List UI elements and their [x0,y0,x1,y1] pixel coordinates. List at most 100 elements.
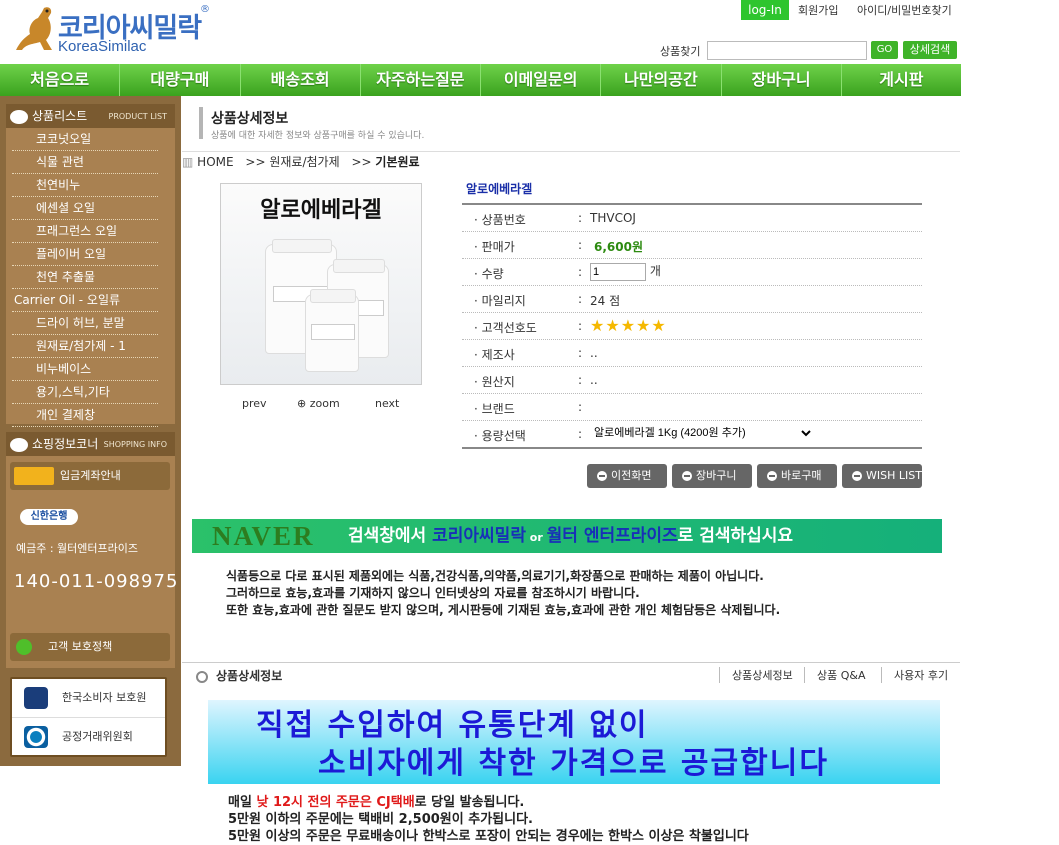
info-row-mileage: · 마일리지: 24 점 [462,286,922,313]
nav-delivery[interactable]: 배송조회 [241,64,361,96]
category-item[interactable]: 에센셜 오일 [12,197,158,220]
tab-reviews[interactable]: 사용자 후기 [881,667,948,683]
nav-my-space[interactable]: 나만의공간 [601,64,722,96]
category-item[interactable]: 드라이 허브, 분말 [12,312,158,335]
bank-card-icon [14,467,54,485]
nav-email[interactable]: 이메일문의 [481,64,602,96]
tab-qna[interactable]: 상품 Q&A [804,667,866,683]
deposit-account-button[interactable]: 입금계좌안내 [10,462,170,490]
buy-now-button[interactable]: 바로구매 [757,464,837,488]
customer-policy-label: 고객 보호정책 [48,640,113,653]
shipping-info: 매일 낮 12시 전의 주문은 CJ택배로 당일 발송됩니다. 5만원 이하의 … [228,794,749,845]
minus-icon [682,471,692,481]
nav-board[interactable]: 게시판 [842,64,961,96]
back-button[interactable]: 이전화면 [587,464,667,488]
info-row-qty: · 수량: 개 [462,259,922,286]
divider [182,151,960,152]
search-go-button[interactable]: GO [871,41,898,59]
category-item[interactable]: 원재료/첨가제 - 1 [12,335,158,358]
site-logo[interactable]: 코리아씨밀락 ® KoreaSimilac [14,4,214,58]
nav-home[interactable]: 처음으로 [0,64,121,96]
category-item[interactable]: 플레이버 오일 [12,243,158,266]
image-zoom[interactable]: ⊕ zoom [297,397,340,410]
breadcrumb: ▥ HOME >> 원재료/첨가제 >> 기본원료 [182,153,420,170]
maker-value: .. [590,346,598,360]
category-item[interactable]: 비누베이스 [12,358,158,381]
minus-icon [597,471,607,481]
breadcrumb-category[interactable]: 원재료/첨가제 [269,155,339,169]
shopping-info-title: 쇼핑정보코너 [32,437,99,451]
consumer-agency-link[interactable]: 한국소비자 보호원 [12,679,165,718]
deposit-label: 입금계좌안내 [60,469,121,482]
sidebar: 상품리스트 PRODUCT LIST 코코넛오일 식물 관련 천연비누 에센셜 … [0,96,181,766]
banner-text: 검색창에서 코리아씨밀락 or 월터 엔터프라이즈로 검색하십시요 [348,526,794,546]
category-item[interactable]: 프래그런스 오일 [12,220,158,243]
wishlist-button[interactable]: WISH LIST [842,464,922,488]
info-row-price: · 판매가: 6,600원 [462,232,922,259]
notice-text: 식품등으로 다로 표시된 제품외에는 식품,건강식품,의약품,의료기기,화장품으… [226,568,780,619]
qty-unit: 개 [649,264,661,278]
breadcrumb-current: 기본원료 [375,155,420,169]
kangaroo-icon [16,7,52,50]
option-select[interactable]: 알로에베라겔 1Kg (4200원 추가) [590,424,814,442]
join-link[interactable]: 회원가입 [798,2,838,18]
account-holder: 예금주 : 월터엔터프라이즈 [16,542,139,555]
page-title: 상품상세정보 [211,111,289,127]
detail-section-title: 상품상세정보 [196,667,282,684]
search-label: 상품찾기 [660,45,701,58]
cart-button[interactable]: 장바구니 [672,464,752,488]
product-list-en: PRODUCT LIST [108,112,168,121]
product-image[interactable]: 알로에베라겔 [220,183,422,385]
notice-line: 또한 효능,효과에 관한 질문도 받지 않으며, 게시판등에 기재된 효능,효과… [226,603,781,617]
breadcrumb-sep: >> [351,155,372,169]
advanced-search-button[interactable]: 상세검색 [903,41,957,59]
page-subtitle: 상품에 대한 자세한 정보와 상품구매를 하실 수 있습니다. [211,131,425,141]
consumer-agency-icon [24,687,48,709]
field-key: · 상품번호 [474,213,526,227]
minus-icon [767,471,777,481]
image-next[interactable]: next [375,397,399,410]
info-row-maker: · 제조사: .. [462,340,922,367]
image-prev[interactable]: prev [242,397,267,410]
main-nav: 처음으로 대량구매 배송조회 자주하는질문 이메일문의 나만의공간 장바구니 게… [0,64,961,96]
category-item[interactable]: Carrier Oil - 오일류 [12,289,158,312]
find-account-link[interactable]: 아이디/비밀번호찾기 [857,2,952,18]
detail-tabbar: 상품상세정보 상품상세정보 상품 Q&A 사용자 후기 [182,663,960,687]
category-item[interactable]: 천연 추출물 [12,266,158,289]
title-accent-bar [199,107,203,139]
fair-trade-link[interactable]: 공정거래위원회 [12,718,165,756]
field-key: · 원산지 [474,375,515,389]
category-item[interactable]: 식물 관련 [12,151,158,174]
field-key: · 브랜드 [474,402,515,416]
product-code: THVCOJ [590,211,636,225]
category-item[interactable]: 용기,스틱,기타 [12,381,158,404]
category-item[interactable]: 천연비누 [12,174,158,197]
quantity-input[interactable] [590,262,646,281]
category-item[interactable]: 개인 결제창 [12,404,158,427]
info-row-origin: · 원산지: .. [462,367,922,394]
tab-detail[interactable]: 상품상세정보 [719,667,793,683]
naver-logo: NAVER [212,521,315,551]
nav-cart[interactable]: 장바구니 [722,64,842,96]
category-item[interactable]: 코코넛오일 [12,128,158,151]
logo-registered-mark: ® [200,4,210,15]
link-label: 한국소비자 보호원 [62,691,147,704]
external-links-box: 한국소비자 보호원 공정거래위원회 [10,677,167,757]
nav-bulk-order[interactable]: 대량구매 [120,64,241,96]
link-label: 공정거래위원회 [62,730,133,743]
origin-value: .. [590,373,598,387]
field-key: · 용량선택 [474,429,526,443]
category-list: 코코넛오일 식물 관련 천연비누 에센셜 오일 프래그런스 오일 플레이버 오일… [12,128,158,427]
nav-faq[interactable]: 자주하는질문 [361,64,481,96]
product-list-header: 상품리스트 PRODUCT LIST [6,104,175,128]
breadcrumb-home[interactable]: HOME [197,155,233,169]
breadcrumb-sep: >> [245,155,266,169]
field-key: · 마일리지 [474,294,526,308]
customer-policy-button[interactable]: 고객 보호정책 [10,633,170,661]
search-input[interactable] [707,41,867,60]
login-button[interactable]: log-In [741,0,789,20]
zoom-label: zoom [309,397,340,410]
product-info-table: · 상품번호: THVCOJ · 판매가: 6,600원 · 수량: 개 · 마… [462,203,922,449]
zoom-plus-icon: ⊕ [297,397,307,410]
info-row-option: · 용량선택: 알로에베라겔 1Kg (4200원 추가) [462,421,922,449]
